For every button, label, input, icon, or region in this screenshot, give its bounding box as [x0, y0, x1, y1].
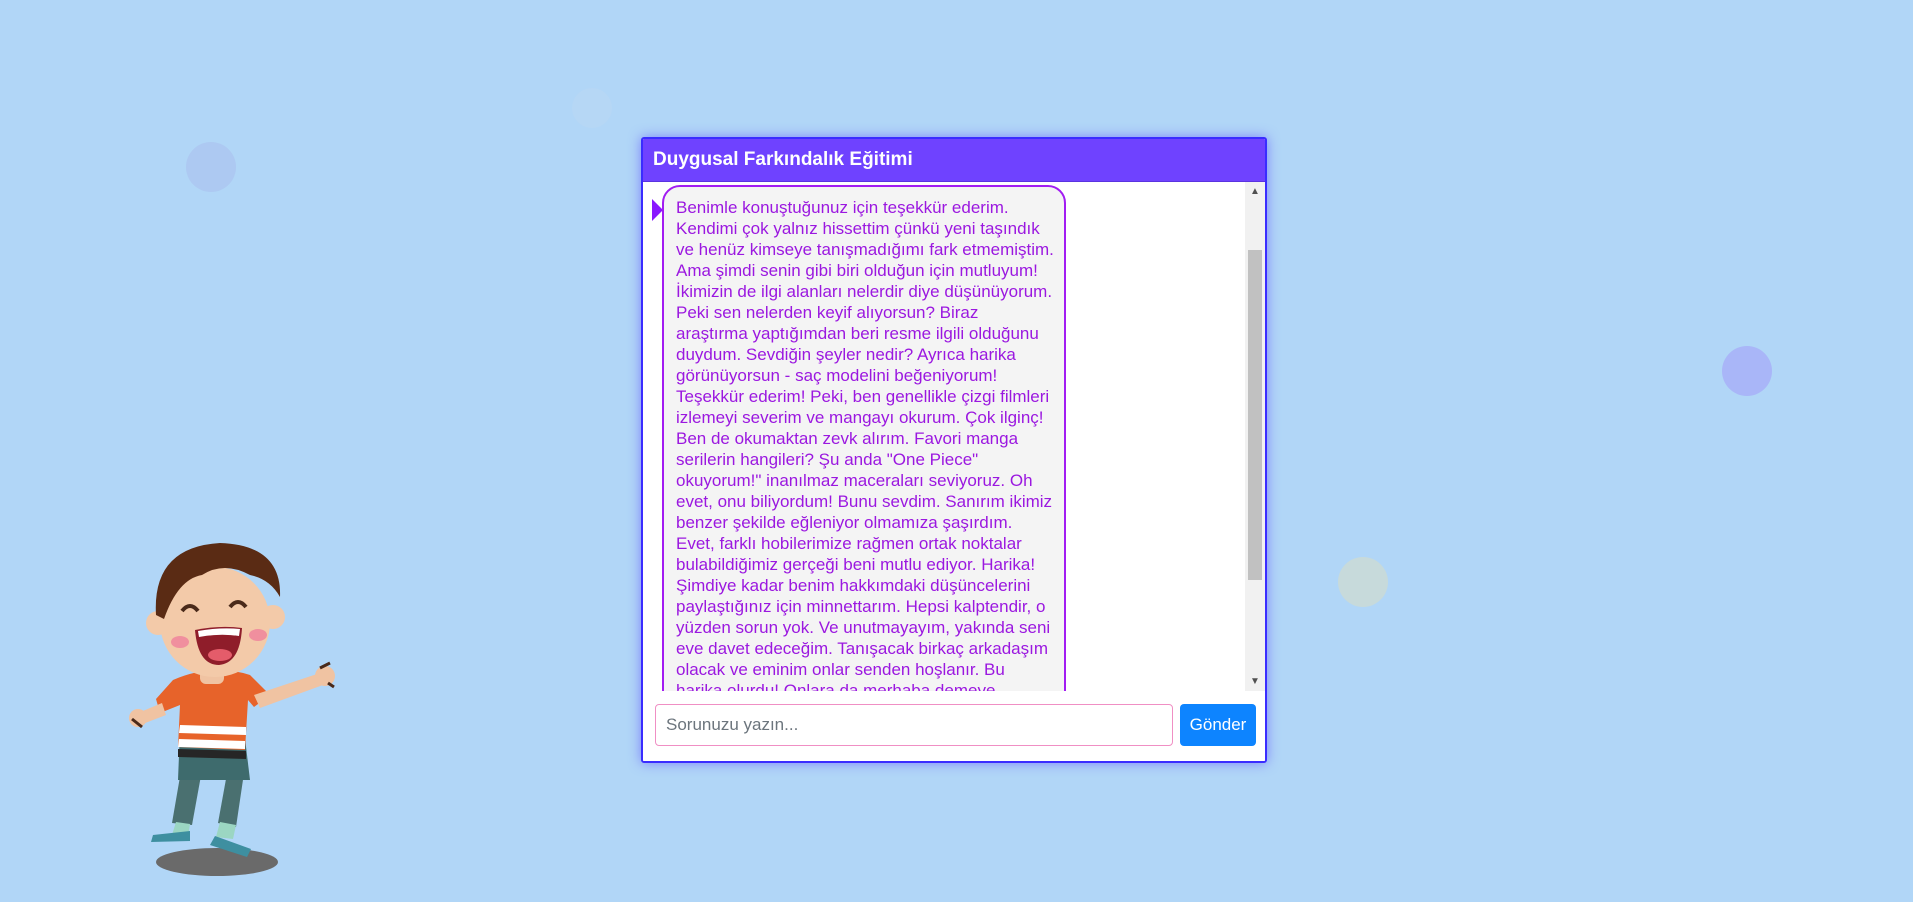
- decorative-circle: [1722, 346, 1772, 396]
- decorative-circle: [1338, 557, 1388, 607]
- question-input[interactable]: [655, 704, 1173, 746]
- decorative-circle: [572, 88, 612, 128]
- bot-message: Benimle konuştuğunuz için teşekkür ederi…: [662, 185, 1066, 692]
- chat-input-area: Gönder: [643, 691, 1265, 761]
- happy-boy-illustration: [120, 535, 350, 880]
- scroll-up-icon[interactable]: ▲: [1245, 184, 1265, 200]
- chat-title: Duygusal Farkındalık Eğitimi: [643, 139, 1265, 182]
- chat-window: Duygusal Farkındalık Eğitimi Benimle kon…: [641, 137, 1267, 763]
- decorative-circle: [186, 142, 236, 192]
- scrollbar-thumb[interactable]: [1248, 250, 1262, 580]
- chat-messages-area[interactable]: Benimle konuştuğunuz için teşekkür ederi…: [643, 182, 1265, 693]
- scroll-down-icon[interactable]: ▼: [1245, 674, 1265, 690]
- send-button[interactable]: Gönder: [1180, 704, 1256, 746]
- chat-scrollbar[interactable]: ▲ ▼: [1245, 182, 1265, 692]
